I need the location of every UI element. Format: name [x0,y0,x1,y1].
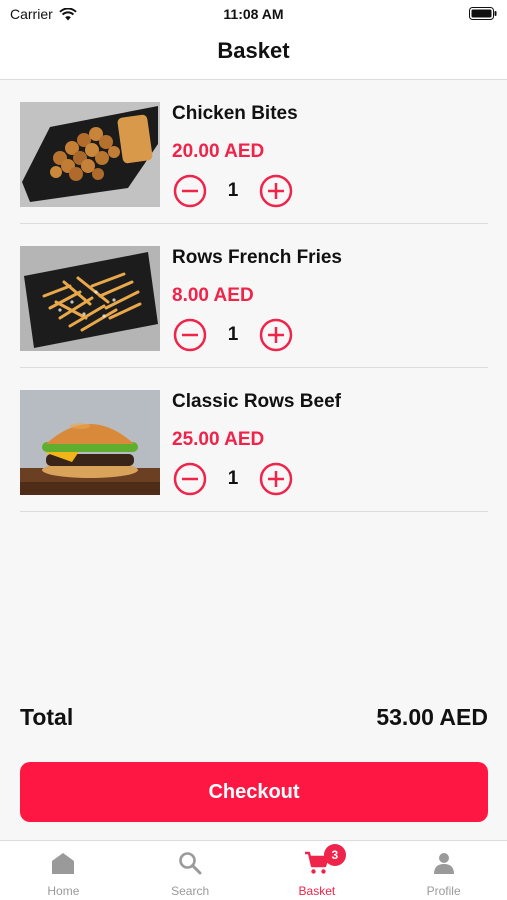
quantity-stepper: 1 [173,174,293,208]
quantity-stepper: 1 [173,318,293,352]
battery-icon [469,7,497,20]
item-price: 8.00 AED [172,285,254,306]
tab-bar: Home Search 3 Basket Profile [0,840,507,900]
decrease-quantity-button[interactable] [173,462,207,496]
checkout-button[interactable]: Checkout [20,762,488,822]
tab-basket[interactable]: 3 Basket [254,841,381,900]
item-price: 20.00 AED [172,141,265,162]
item-name: Classic Rows Beef [172,391,341,412]
status-bar: Carrier 11:08 AM [0,0,507,28]
tab-home[interactable]: Home [0,841,127,900]
increase-quantity-button[interactable] [259,174,293,208]
decrease-quantity-button[interactable] [173,174,207,208]
quantity-value: 1 [227,468,239,489]
item-name: Rows French Fries [172,247,342,268]
tab-search[interactable]: Search [127,841,254,900]
status-time: 11:08 AM [223,6,284,22]
tab-label: Basket [298,884,336,898]
basket-item: Chicken Bites 20.00 AED 1 [20,80,488,224]
tab-label: Search [171,884,210,898]
increase-quantity-button[interactable] [259,318,293,352]
quantity-value: 1 [227,180,239,201]
quantity-stepper: 1 [173,462,293,496]
item-name: Chicken Bites [172,103,298,124]
quantity-value: 1 [227,324,239,345]
item-price: 25.00 AED [172,429,265,450]
navigation-bar: Basket [0,28,507,80]
basket-item: Classic Rows Beef 25.00 AED 1 [20,368,488,512]
tab-profile[interactable]: Profile [380,841,507,900]
total-label: Total [20,704,74,730]
basket-item: Rows French Fries 8.00 AED 1 [20,224,488,368]
basket-list: Chicken Bites 20.00 AED 1 Rows French Fr… [20,80,488,512]
home-icon [52,853,75,874]
page-title: Basket [217,38,290,63]
total-value: 53.00 AED [376,704,488,730]
app-root: Carrier 11:08 AM Basket Chicken Bites 20… [0,0,507,900]
total-row: Total 53.00 AED [20,704,488,734]
cart-count-badge: 3 [323,844,346,866]
decrease-quantity-button[interactable] [173,318,207,352]
classic-beef-burger-image [20,390,160,495]
chicken-bites-image [20,102,160,207]
french-fries-image [20,246,160,351]
tab-label: Home [47,884,80,898]
search-icon [179,852,202,875]
tab-label: Profile [426,884,461,898]
person-icon [433,853,454,874]
increase-quantity-button[interactable] [259,462,293,496]
